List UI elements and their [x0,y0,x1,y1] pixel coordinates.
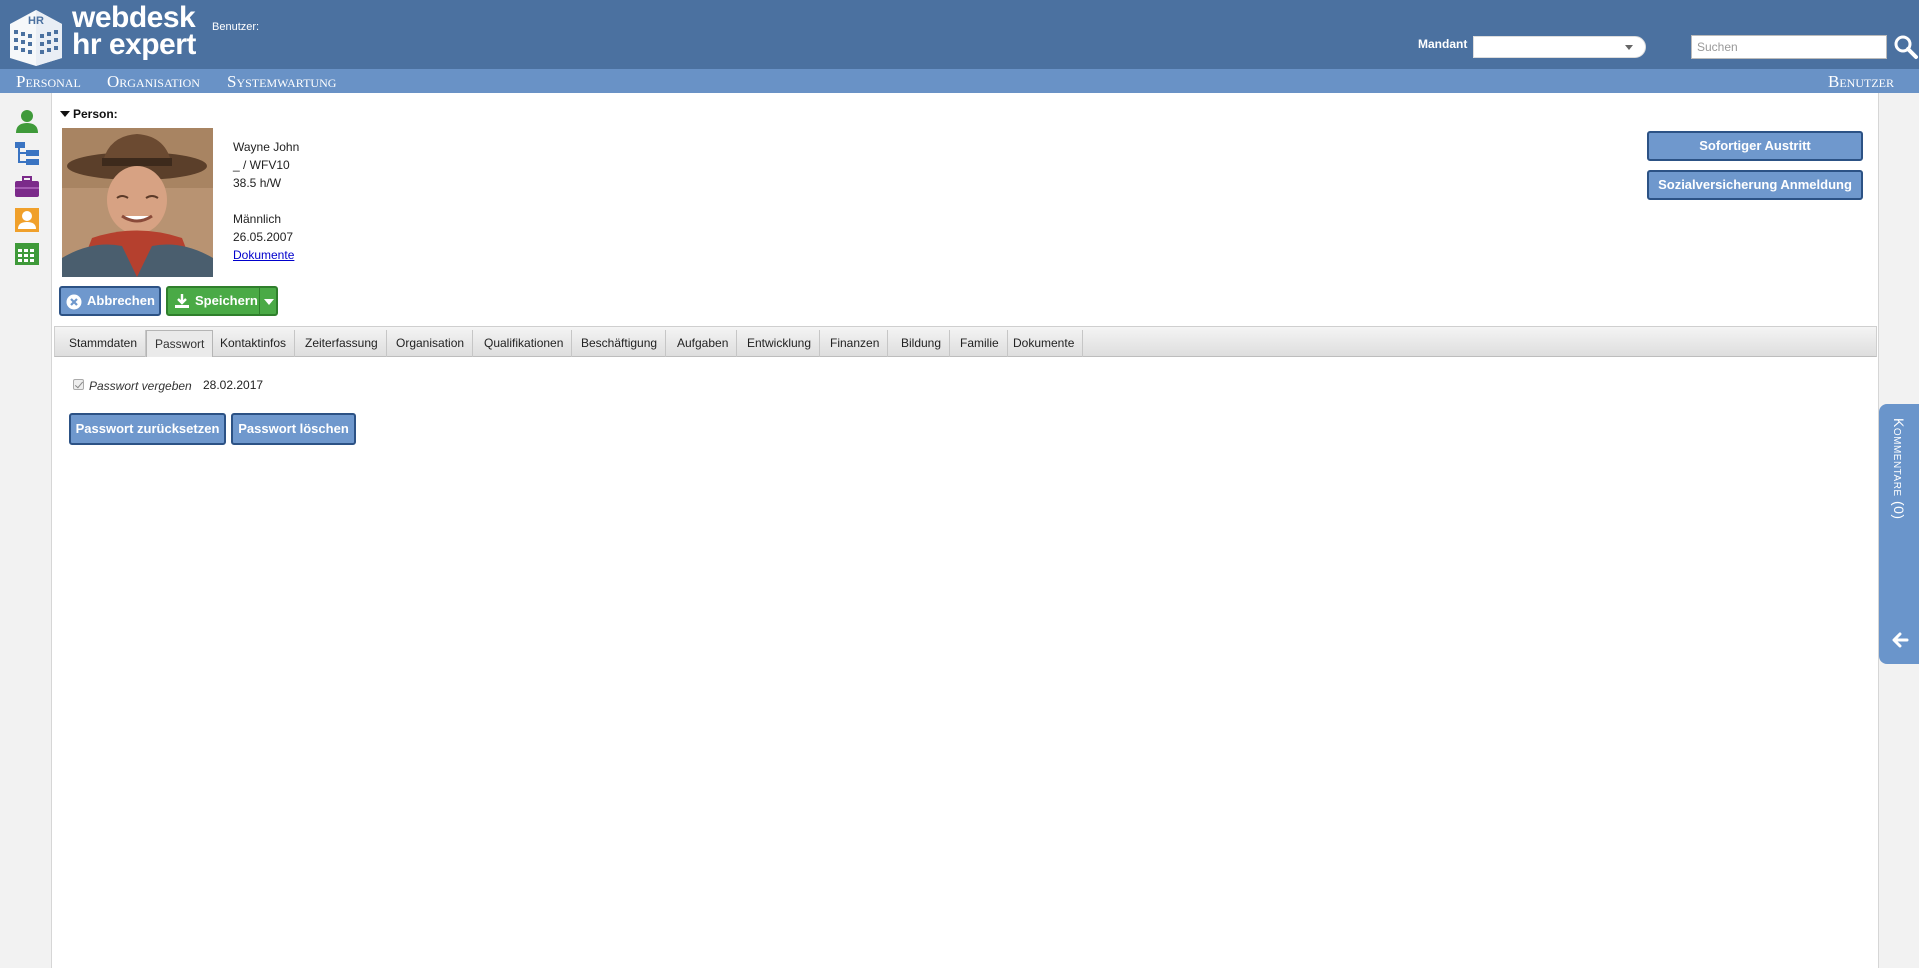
person-name: Wayne John [233,140,300,154]
tab-bildung[interactable]: Bildung [893,330,951,357]
person-photo [62,128,213,277]
sofortiger-austritt-button[interactable]: Sofortiger Austritt [1647,131,1863,161]
contact-card-icon[interactable] [14,207,40,233]
triangle-down-icon [60,111,70,117]
arrow-left-icon[interactable] [1891,632,1909,648]
briefcase-icon[interactable] [14,174,40,200]
abbrechen-label: Abbrechen [87,293,155,308]
person-section-label: Person: [73,107,118,121]
tab-kontaktinfos[interactable]: Kontaktinfos [212,330,296,357]
tab-aufgaben[interactable]: Aufgaben [669,330,738,357]
main-menubar: Personal Organisation Systemwartung Benu… [0,69,1919,93]
tab-passwort[interactable]: Passwort [146,330,214,357]
passwort-vergeben-checkbox[interactable] [73,379,84,390]
split-divider [259,288,260,314]
speichern-button[interactable]: Speichern [166,286,278,316]
tab-familie[interactable]: Familie [952,330,1008,357]
chevron-down-icon [1625,45,1633,50]
search-input[interactable] [1691,35,1887,59]
logo[interactable]: HR webdesk hr expert [0,0,200,69]
menu-systemwartung[interactable]: Systemwartung [227,72,336,92]
tab-entwicklung[interactable]: Entwicklung [739,330,821,357]
logo-line-2: hr expert [72,28,196,61]
person-icon[interactable] [14,108,40,134]
calendar-icon[interactable] [14,240,40,266]
person-gender: Männlich [233,212,282,226]
abbrechen-button[interactable]: Abbrechen [59,286,161,316]
logo-text: webdesk hr expert [72,1,196,61]
tab-finanzen[interactable]: Finanzen [822,330,889,357]
passwort-loeschen-button[interactable]: Passwort löschen [231,413,356,445]
app-header: HR webdesk hr expert Benutzer: Mandant [0,0,1919,69]
org-tree-icon[interactable] [14,141,40,167]
mandant-label: Mandant [1418,37,1468,51]
person-documents-link[interactable]: Dokumente [233,248,294,262]
menu-personal[interactable]: Personal [16,72,81,92]
tab-qualifikationen[interactable]: Qualifikationen [476,330,573,357]
comments-side-tab[interactable]: Kommentare (0) [1879,404,1919,664]
person-hours: 38.5 h/W [233,176,282,190]
cancel-icon [66,294,82,310]
tab-dokumente[interactable]: Dokumente [1005,330,1084,357]
download-icon [175,294,189,308]
tab-stammdaten[interactable]: Stammdaten [61,330,147,357]
menu-benutzer[interactable]: Benutzer [1828,72,1894,92]
menu-organisation[interactable]: Organisation [107,72,200,92]
person-section-toggle[interactable]: Person: [60,107,118,121]
person-date: 26.05.2007 [233,230,294,244]
tab-beschaeftigung[interactable]: Beschäftigung [573,330,667,357]
benutzer-label: Benutzer: [212,21,260,33]
chevron-down-icon[interactable] [264,299,274,305]
mandant-select[interactable] [1473,36,1646,58]
passwort-date: 28.02.2017 [203,378,264,392]
tab-zeiterfassung[interactable]: Zeiterfassung [297,330,387,357]
building-logo-icon: HR [10,10,62,66]
comments-label: Kommentare (0) [1891,418,1907,520]
svg-text:HR: HR [28,15,44,27]
main-content-panel [51,93,1879,968]
search-icon[interactable] [1892,33,1919,61]
speichern-label: Speichern [195,293,258,308]
passwort-vergeben-label: Passwort vergeben [89,379,192,393]
passwort-zuruecksetzen-button[interactable]: Passwort zurücksetzen [69,413,226,445]
person-code: _ / WFV10 [233,158,290,172]
tab-bar: Stammdaten Passwort Kontaktinfos Zeiterf… [54,326,1877,357]
logo-line-1: webdesk [72,1,196,34]
sozialversicherung-anmeldung-button[interactable]: Sozialversicherung Anmeldung [1647,170,1863,200]
tab-organisation[interactable]: Organisation [388,330,474,357]
